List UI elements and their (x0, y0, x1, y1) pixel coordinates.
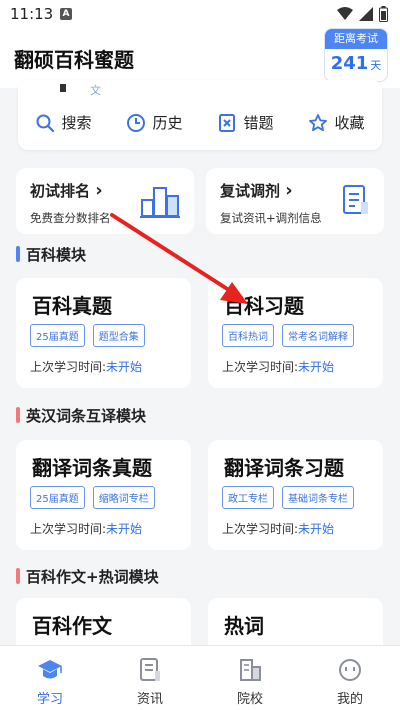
module-card-baike-exam[interactable]: 百科真题 25届真题 题型合集 上次学习时间:未开始 (16, 278, 191, 388)
tab-study[interactable]: 学习 (0, 646, 100, 710)
module-tag[interactable]: 百科热词 (222, 324, 274, 347)
battery-icon (379, 6, 388, 22)
history-button[interactable]: 历史 (109, 112, 200, 133)
module-title: 翻译词条真题 (32, 456, 152, 480)
module-card-translation-practice[interactable]: 翻译词条习题 政工专栏 基础词条专栏 上次学习时间:未开始 (208, 440, 383, 550)
chevron-right-icon: › (95, 180, 103, 201)
status-bar: 11:13 A (0, 0, 400, 28)
module-tag[interactable]: 缩略词专栏 (92, 486, 155, 509)
search-label: 搜索 (61, 114, 92, 132)
module-title: 热词 (224, 614, 264, 638)
module-title: 百科习题 (224, 294, 304, 318)
graduation-cap-icon (38, 660, 62, 679)
podium-icon (140, 187, 180, 218)
tab-label: 学习 (36, 692, 63, 707)
building-icon (240, 659, 261, 681)
module-tag[interactable]: 基础词条专栏 (282, 486, 354, 509)
initial-exam-rank-card[interactable]: 初试排名 › 免费查分数排名 (16, 168, 194, 234)
wrong-questions-button[interactable]: 错题 (200, 112, 291, 133)
module-tag[interactable]: 常考名词解释 (282, 324, 354, 347)
tab-label: 院校 (236, 692, 263, 707)
last-study-time: 上次学习时间:未开始 (222, 522, 335, 536)
tab-label: 资讯 (136, 692, 163, 707)
chevron-right-icon: › (285, 180, 293, 201)
tab-schools[interactable]: 院校 (200, 646, 300, 710)
system-icons (337, 6, 388, 22)
notification-a-icon: A (60, 8, 72, 20)
search-icon (36, 114, 55, 132)
section-title-essay-hotwords: 百科作文+热词模块 (16, 566, 159, 587)
module-card-hotwords[interactable]: 热词 (208, 598, 383, 648)
module-card-essay[interactable]: 百科作文 (16, 598, 191, 648)
search-button[interactable]: 搜索 (18, 112, 109, 133)
wrong-questions-label: 错题 (243, 114, 274, 132)
module-card-baike-practice[interactable]: 百科习题 百科热词 常考名词解释 上次学习时间:未开始 (208, 278, 383, 388)
wifi-icon (337, 7, 353, 20)
clock-icon (127, 113, 146, 132)
section-title-translation: 英汉词条互译模块 (16, 405, 146, 426)
last-study-time: 上次学习时间:未开始 (30, 522, 143, 536)
module-card-translation-exam[interactable]: 翻译词条真题 25届真题 缩略词专栏 上次学习时间:未开始 (16, 440, 191, 550)
rank-card-subtitle: 复试资讯+调剂信息 (220, 211, 322, 225)
app-header: 翻硕百科蜜题 距离考试 241 天 (0, 28, 400, 88)
module-tag[interactable]: 25届真题 (30, 486, 85, 509)
smiley-icon (339, 659, 361, 681)
module-title: 翻译词条习题 (224, 456, 344, 480)
favorites-button[interactable]: 收藏 (291, 112, 382, 133)
favorites-label: 收藏 (334, 114, 365, 132)
peek-mark (60, 84, 66, 92)
bottom-tab-bar: 学习 资讯 院校 我的 (0, 645, 400, 710)
section-title-baike: 百科模块 (16, 244, 86, 265)
rank-card-title: 初试排名 › (30, 180, 103, 201)
rank-card-subtitle: 免费查分数排名 (30, 211, 111, 225)
tab-me[interactable]: 我的 (300, 646, 400, 710)
module-tag[interactable]: 题型合集 (92, 324, 145, 347)
document-icon (343, 185, 368, 214)
history-label: 历史 (152, 114, 183, 132)
news-icon (140, 658, 160, 681)
countdown-label: 距离考试 (325, 29, 387, 49)
star-icon (309, 113, 328, 131)
last-study-time: 上次学习时间:未开始 (222, 360, 335, 374)
countdown-days: 241 (330, 53, 369, 74)
module-title: 百科真题 (32, 294, 112, 318)
quick-actions-card: 文 搜索 历史 错题 收藏 (18, 80, 382, 150)
signal-icon (359, 7, 373, 21)
tab-news[interactable]: 资讯 (100, 646, 200, 710)
exam-countdown[interactable]: 距离考试 241 天 (324, 28, 388, 82)
last-study-time: 上次学习时间:未开始 (30, 360, 143, 374)
module-title: 百科作文 (32, 614, 112, 638)
status-time: 11:13 (10, 5, 54, 23)
peek-text: 文 (90, 84, 101, 97)
tab-label: 我的 (336, 692, 363, 707)
module-tag[interactable]: 政工专栏 (222, 486, 274, 509)
rank-card-title: 复试调剂 › (220, 180, 293, 201)
app-title: 翻硕百科蜜题 (14, 48, 134, 72)
module-tag[interactable]: 25届真题 (30, 324, 85, 347)
retest-adjustment-card[interactable]: 复试调剂 › 复试资讯+调剂信息 (206, 168, 384, 234)
countdown-unit: 天 (370, 59, 382, 72)
wrong-questions-icon (219, 113, 236, 132)
